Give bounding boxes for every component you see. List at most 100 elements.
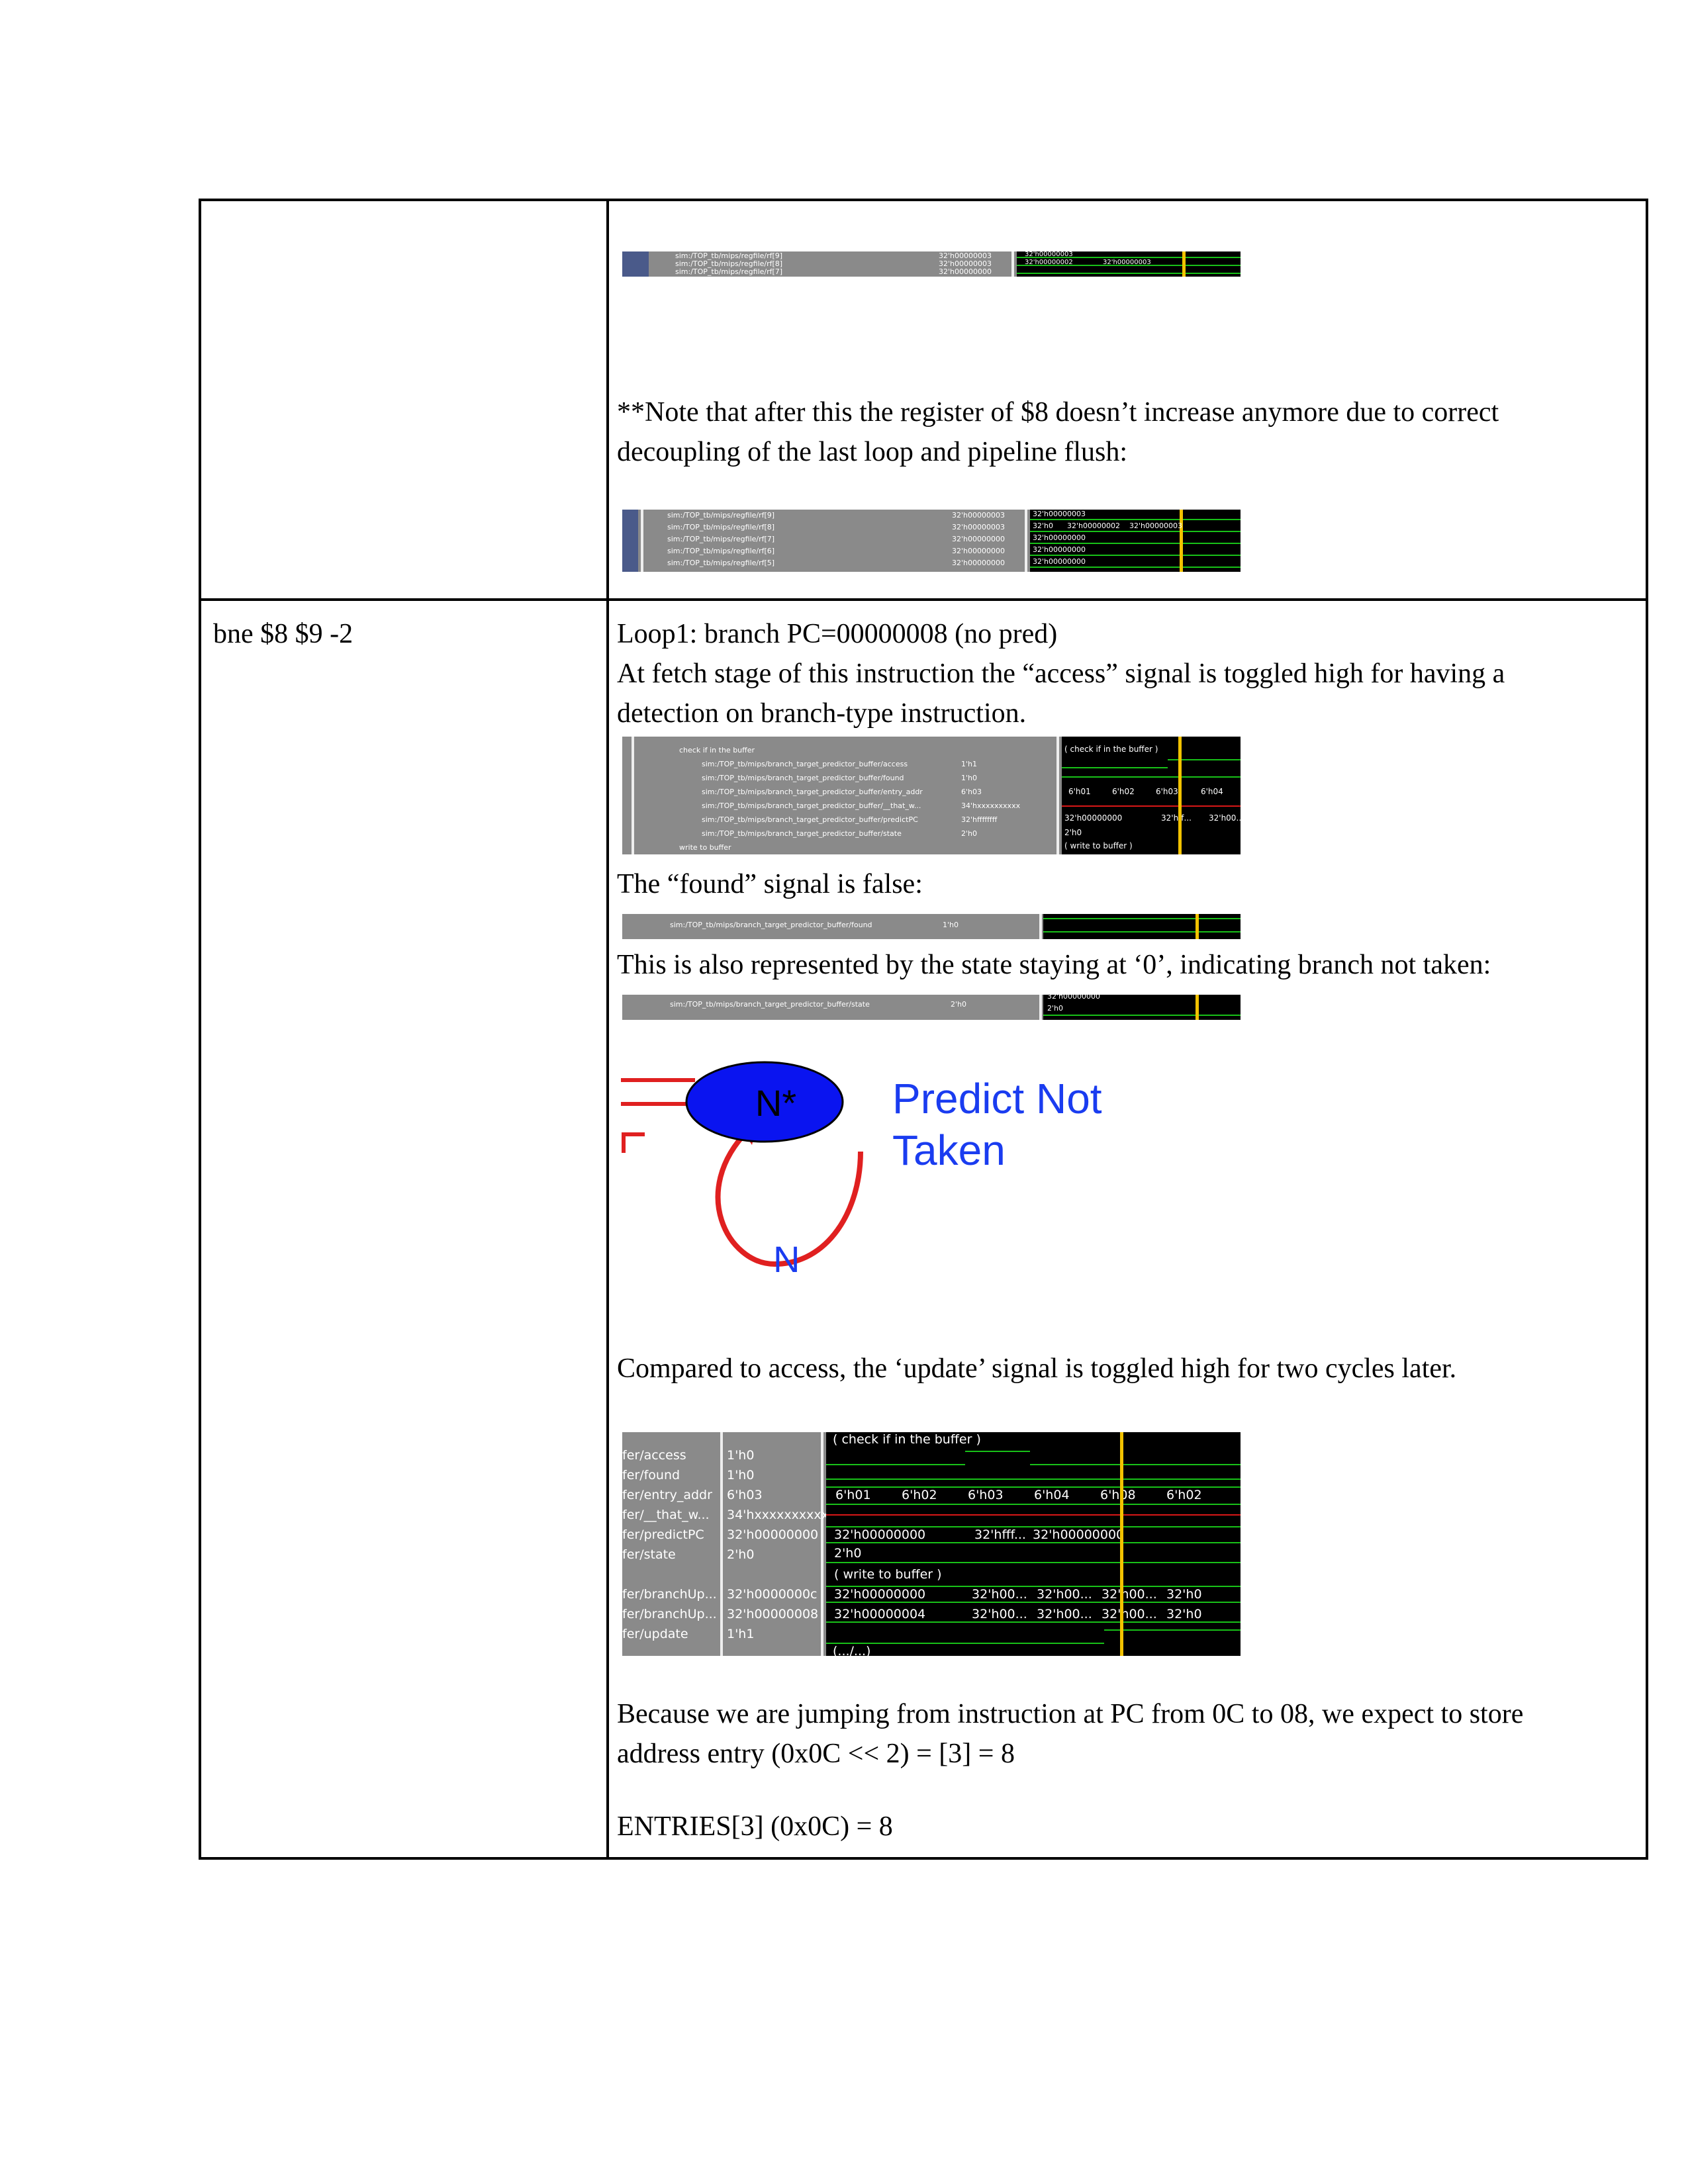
signal-name: sim:/TOP_tb/mips/regfile/rf[6] <box>667 547 775 555</box>
signal-value: 32'h00000000 <box>952 559 1005 567</box>
signal-name: sim:/TOP_tb/mips/branch_target_predictor… <box>702 829 902 838</box>
signal-name: sim:/TOP_tb/mips/branch_target_predictor… <box>702 760 908 768</box>
wave-group-label: ( write to buffer ) <box>834 1567 942 1582</box>
access-line-1: At fetch stage of this instruction the “… <box>617 659 1505 689</box>
wave-pane <box>1043 914 1241 939</box>
wave-label: 6'h01 <box>1068 787 1091 796</box>
pane-separator <box>1025 510 1027 572</box>
signal-value: 32'h00000003 <box>952 511 1005 520</box>
found-waveform: sim:/TOP_tb/mips/branch_target_predictor… <box>622 914 1241 939</box>
signal-value: 2'h0 <box>961 829 977 838</box>
wave-label: 32'h00000002 <box>1067 522 1120 530</box>
signal-name: fer/update <box>622 1627 688 1641</box>
wave-label: 32'h00000000 <box>1033 545 1086 554</box>
wave-label: 32'h00000000 <box>834 1587 926 1602</box>
wave-label: 32'h00000002 <box>1025 259 1073 266</box>
signal-value: 1'h0 <box>727 1448 755 1463</box>
pane-separator <box>720 1432 723 1656</box>
wave-group-label: ( check if in the buffer ) <box>833 1432 981 1447</box>
signal-value: 1'h0 <box>727 1468 755 1482</box>
pane-separator <box>1039 995 1042 1020</box>
signal-name: sim:/TOP_tb/mips/regfile/rf[7] <box>667 535 775 543</box>
loop-label: N <box>773 1238 800 1280</box>
wave-pane: 32'h00000000 2'h0 <box>1043 995 1241 1020</box>
wave-label: 6'h02 <box>1166 1488 1202 1502</box>
signal-name: fer/state <box>622 1547 676 1562</box>
wave-label: 32'h00000003 <box>1129 522 1182 530</box>
row-divider <box>201 598 1646 601</box>
signal-value: 2'h0 <box>951 1000 966 1009</box>
wave-label: 6'h03 <box>968 1488 1004 1502</box>
wave-label: 32'h00... <box>1037 1587 1092 1602</box>
wave-label: 32'h00... <box>1102 1587 1157 1602</box>
state-text: This is also represented by the state st… <box>617 950 1491 980</box>
wave-label: 2'h0 <box>1047 1004 1063 1013</box>
wave-pane: 32'h00000003 32'h00000002 32'h00000003 <box>1017 251 1241 277</box>
update-waveform: fer/access fer/found fer/entry_addr fer/… <box>622 1432 1241 1656</box>
side-separator <box>632 737 634 854</box>
signal-name: sim:/TOP_tb/mips/regfile/rf[8] <box>667 523 775 531</box>
wave-label: 6'h02 <box>902 1488 937 1502</box>
signal-value: 1'h0 <box>943 921 959 929</box>
note-line-2: decoupling of the last loop and pipeline… <box>617 437 1128 467</box>
signal-name: fer/found <box>622 1468 680 1482</box>
signal-name: fer/predictPC <box>622 1527 704 1542</box>
partial-arrow-corner <box>622 1132 645 1153</box>
wave-label: 32'h00000000 <box>1064 813 1123 823</box>
instruction-cell: bne $8 $9 -2 <box>213 619 353 649</box>
signal-value: 34'hxxxxxxxxxx <box>961 801 1021 810</box>
btb-waveform: check if in the buffer sim:/TOP_tb/mips/… <box>622 737 1241 854</box>
signal-value: 6'h03 <box>727 1488 763 1502</box>
wave-label: 32'h00000000 <box>1033 557 1086 566</box>
signal-value: 1'h1 <box>727 1627 755 1641</box>
column-divider <box>606 201 609 1857</box>
signal-name: fer/entry_addr <box>622 1488 712 1502</box>
wave-label: 32'hff... <box>1161 813 1192 823</box>
wave-label: 32'h00000003 <box>1103 259 1151 266</box>
wave-label: 32'h00000000 <box>1033 1527 1125 1542</box>
side-separator <box>641 510 643 572</box>
signal-name: sim:/TOP_tb/mips/regfile/rf[5] <box>667 559 775 567</box>
signal-name: sim:/TOP_tb/mips/branch_target_predictor… <box>702 801 921 810</box>
wave-label: 2'h0 <box>1064 828 1082 837</box>
pane-separator <box>1011 251 1014 277</box>
wave-pane: ( check if in the buffer ) 6'h01 6'h02 6… <box>1062 737 1241 854</box>
wave-label: 6'h04 <box>1034 1488 1070 1502</box>
pane-separator-2 <box>821 1432 823 1656</box>
signal-value: 32'h00000000 <box>952 547 1005 555</box>
pane-separator <box>1039 914 1042 939</box>
wave-label: 6'h08 <box>1100 1488 1136 1502</box>
because-line-1: Because we are jumping from instruction … <box>617 1699 1524 1729</box>
wave-label: ( write to buffer ) <box>1064 841 1133 850</box>
signal-name: sim:/TOP_tb/mips/branch_target_predictor… <box>702 788 923 796</box>
signal-value: 32'h00000008 <box>727 1607 819 1621</box>
signal-value: 32'h0000000c <box>727 1587 818 1602</box>
because-line-2: address entry (0x0C << 2) = [3] = 8 <box>617 1739 1015 1769</box>
register-waveform-1: sim:/TOP_tb/mips/regfile/rf[9] sim:/TOP_… <box>622 251 1241 277</box>
predict-label-2: Taken <box>892 1126 1006 1174</box>
wave-label: (.../...) <box>833 1644 871 1656</box>
wave-label: 32'h00... <box>1037 1607 1092 1621</box>
wave-label: 32'h00... <box>1209 813 1241 823</box>
wave-label: 32'h00000004 <box>834 1607 926 1621</box>
wave-label: 32'h0 <box>1166 1587 1202 1602</box>
wave-label: 32'h00000000 <box>1033 533 1086 542</box>
state-waveform: sim:/TOP_tb/mips/branch_target_predictor… <box>622 995 1241 1020</box>
wave-label: 32'h00... <box>1102 1607 1157 1621</box>
wave-label: 6'h02 <box>1112 787 1135 796</box>
loop-line: Loop1: branch PC=00000008 (no pred) <box>617 619 1058 649</box>
wave-label: 6'h03 <box>1156 787 1178 796</box>
access-line-2: detection on branch-type instruction. <box>617 698 1027 729</box>
signal-name: sim:/TOP_tb/mips/regfile/rf[9] <box>667 511 775 520</box>
wave-label: 32'hfff... <box>974 1527 1026 1542</box>
signal-name: sim:/TOP_tb/mips/branch_target_predictor… <box>702 774 904 782</box>
wave-label: 32'h00000000 <box>1047 995 1100 1001</box>
signal-value: 32'h00000003 <box>952 523 1005 531</box>
wave-label: 2'h0 <box>834 1546 862 1561</box>
side-bar <box>622 510 638 572</box>
signal-name: sim:/TOP_tb/mips/regfile/rf[7] <box>675 267 783 276</box>
side-bar <box>622 251 649 277</box>
signal-value: 32'hffffffff <box>961 815 998 824</box>
wave-label: 32'h00000000 <box>834 1527 926 1542</box>
state-node-label: N* <box>755 1082 796 1124</box>
